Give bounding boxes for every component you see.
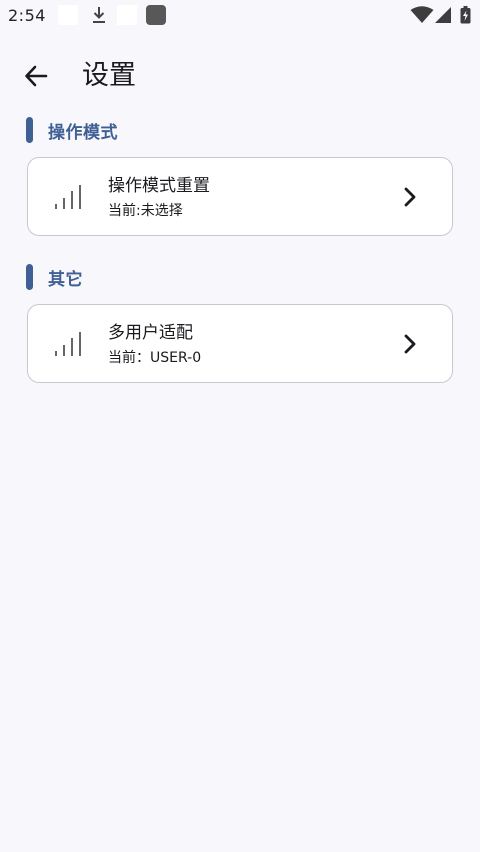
section-title: 其它 (48, 269, 83, 290)
status-bar: 2:54 (0, 0, 480, 32)
back-button[interactable] (18, 58, 54, 94)
app-bar: 设置 (0, 44, 480, 108)
arrow-left-icon (25, 65, 48, 87)
operation-mode-reset-item[interactable]: 操作模式重置 当前:未选择 (27, 157, 453, 236)
item-title: 多用户适配 (108, 323, 193, 343)
page-title: 设置 (82, 60, 136, 91)
item-title: 操作模式重置 (108, 176, 210, 196)
item-subtitle: 当前：USER-0 (108, 350, 202, 366)
notification-placeholder-icon (117, 5, 137, 25)
signal-bars-icon (55, 185, 81, 209)
multi-user-adapt-item[interactable]: 多用户适配 当前：USER-0 (27, 304, 453, 383)
download-icon (93, 7, 105, 23)
status-time: 2:54 (8, 6, 46, 25)
notification-placeholder-icon (58, 5, 78, 25)
chevron-right-icon (404, 334, 416, 354)
section-header-operation-mode: 操作模式 (26, 117, 118, 143)
cellular-signal-icon (435, 7, 451, 23)
section-header-other: 其它 (26, 264, 83, 290)
section-indicator (26, 264, 33, 290)
wifi-icon (410, 6, 434, 23)
signal-bars-icon (55, 332, 81, 356)
section-indicator (26, 117, 33, 143)
battery-icon (460, 6, 471, 24)
section-title: 操作模式 (48, 122, 118, 143)
item-subtitle: 当前:未选择 (108, 203, 183, 219)
app-icon (146, 5, 166, 25)
chevron-right-icon (404, 187, 416, 207)
